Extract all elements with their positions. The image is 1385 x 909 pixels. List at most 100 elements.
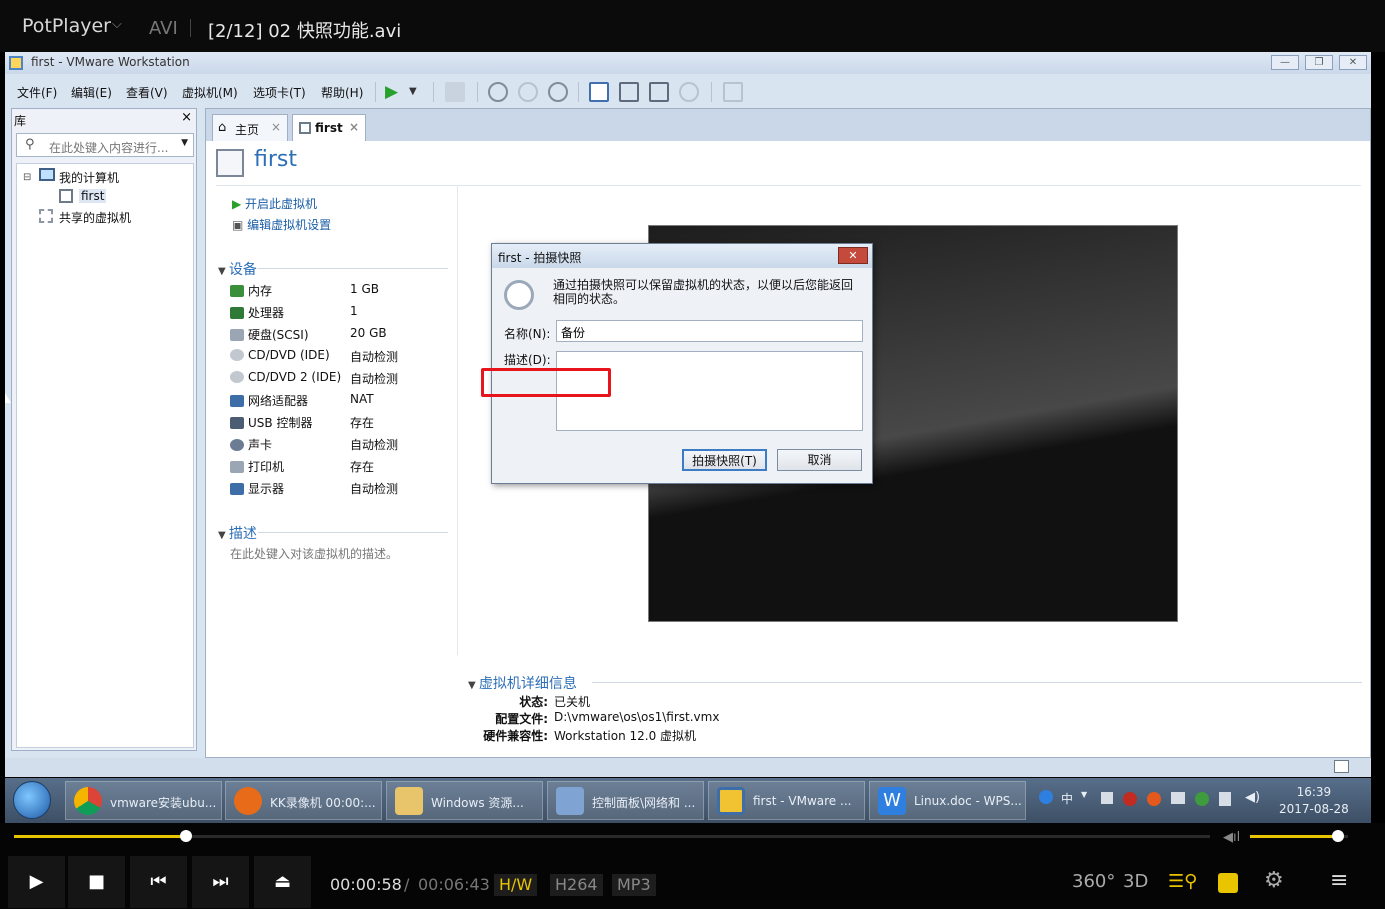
- devices-section-header[interactable]: ▼ 设备: [218, 259, 450, 279]
- description-placeholder[interactable]: 在此处键入对该虚拟机的描述。: [230, 545, 398, 562]
- details-section-header[interactable]: ▼ 虚拟机详细信息: [468, 673, 1368, 693]
- revert-snapshot-icon[interactable]: [518, 82, 538, 102]
- menu-icon[interactable]: ≡: [1330, 868, 1348, 893]
- antivirus-icon[interactable]: [1123, 792, 1137, 806]
- taskbar-item-kk-recorder[interactable]: KK录像机 00:00:...: [225, 781, 382, 820]
- snapshot-name-input[interactable]: 备份: [556, 320, 863, 342]
- player-brand-menu[interactable]: PotPlayer: [22, 15, 111, 37]
- minimize-button[interactable]: —: [1271, 55, 1299, 70]
- tab-close-icon[interactable]: ×: [349, 120, 359, 134]
- description-section-header[interactable]: ▼ 描述: [218, 523, 450, 543]
- device-row-cdrom-2[interactable]: CD/DVD 2 (IDE) 自动检测: [230, 370, 398, 386]
- tree-my-computer[interactable]: 我的计算机: [59, 169, 119, 186]
- console-view-icon[interactable]: [723, 82, 743, 102]
- device-row-cdrom[interactable]: CD/DVD (IDE) 自动检测: [230, 348, 398, 364]
- taskbar-item-control-panel[interactable]: 控制面板\网络和 ...: [547, 781, 704, 820]
- close-window-button[interactable]: ✕: [1339, 55, 1367, 70]
- tab-first[interactable]: first ×: [292, 114, 366, 141]
- dialog-close-button[interactable]: ✕: [838, 247, 868, 264]
- total-time: 00:06:43: [418, 875, 490, 894]
- menu-vm[interactable]: 虚拟机(M): [182, 84, 238, 101]
- menu-edit[interactable]: 编辑(E): [71, 84, 112, 101]
- chevron-down-icon[interactable]: ⌵: [112, 17, 122, 32]
- 3d-button[interactable]: 3D: [1123, 871, 1148, 892]
- device-row-hard-disk[interactable]: 硬盘(SCSI) 20 GB: [230, 326, 387, 343]
- eject-button[interactable]: ⏏: [254, 856, 311, 908]
- device-row-usb[interactable]: USB 控制器 存在: [230, 414, 374, 431]
- menu-tabs[interactable]: 选项卡(T): [253, 84, 306, 101]
- tree-collapse-icon[interactable]: ⊟: [23, 172, 31, 183]
- full-screen-icon[interactable]: [649, 82, 669, 102]
- tray-dropdown-icon[interactable]: ▼: [1081, 790, 1087, 799]
- show-library-icon[interactable]: [589, 82, 609, 102]
- edit-vm-settings-link[interactable]: ▣ 编辑虚拟机设置: [232, 216, 331, 233]
- vm-name-heading: first: [254, 147, 297, 172]
- restore-button[interactable]: ❐: [1305, 55, 1333, 70]
- playlist-search-icon[interactable]: ☰⚲: [1168, 871, 1197, 892]
- subtitle-icon[interactable]: [1218, 873, 1238, 893]
- vr-360-button[interactable]: 360°: [1072, 871, 1115, 892]
- send-ctrl-alt-del-icon[interactable]: [445, 82, 465, 102]
- device-row-sound[interactable]: 声卡 自动检测: [230, 436, 398, 453]
- elapsed-time: 00:00:58: [330, 875, 402, 894]
- taskbar-item-chrome[interactable]: vmware安装ubu...: [65, 781, 222, 820]
- vmware-window-title: first - VMware Workstation: [31, 55, 190, 69]
- device-row-network[interactable]: 网络适配器 NAT: [230, 392, 374, 409]
- audio-codec-badge[interactable]: MP3: [612, 874, 656, 896]
- hw-decoder-badge[interactable]: H/W: [494, 874, 538, 896]
- device-tray-icon[interactable]: [1219, 792, 1231, 806]
- taskbar-item-vmware[interactable]: first - VMware ...: [708, 781, 865, 820]
- recorder-tray-icon[interactable]: [1147, 792, 1161, 806]
- library-close-icon[interactable]: ×: [181, 110, 192, 125]
- security-tray-icon[interactable]: [1195, 792, 1209, 806]
- take-snapshot-button[interactable]: 拍摄快照(T): [682, 449, 767, 471]
- collapse-arrow-icon: ▼: [468, 680, 479, 691]
- qq-input-icon[interactable]: [1039, 790, 1053, 804]
- play-button[interactable]: ▶: [8, 856, 65, 908]
- previous-button[interactable]: ⏮: [130, 856, 187, 908]
- seek-track[interactable]: [14, 835, 1210, 838]
- network-tray-icon[interactable]: [1171, 792, 1185, 804]
- device-row-processor[interactable]: 处理器 1: [230, 304, 358, 321]
- devices-title: 设备: [228, 262, 257, 278]
- taskbar-item-explorer[interactable]: Windows 资源...: [386, 781, 543, 820]
- power-on-play-icon[interactable]: ▶: [385, 82, 405, 102]
- volume-tray-icon[interactable]: ◀): [1245, 790, 1260, 805]
- device-row-memory[interactable]: 内存 1 GB: [230, 282, 379, 299]
- snapshot-icon[interactable]: [488, 82, 508, 102]
- tree-vm-first[interactable]: first: [79, 189, 107, 203]
- tab-close-icon[interactable]: ×: [271, 120, 281, 134]
- thumbnail-bar-icon[interactable]: [619, 82, 639, 102]
- power-dropdown-icon[interactable]: ▼: [409, 82, 429, 102]
- device-row-display[interactable]: 显示器 自动检测: [230, 480, 398, 497]
- tray-app-icon[interactable]: [1101, 792, 1113, 804]
- video-codec-badge[interactable]: H264: [550, 874, 603, 896]
- config-value: D:\vmware\os\os1\first.vmx: [554, 710, 720, 724]
- start-button[interactable]: [13, 781, 51, 819]
- search-dropdown-icon[interactable]: ▼: [181, 138, 188, 148]
- library-search-input[interactable]: ⚲ 在此处键入内容进行... ▼: [16, 133, 194, 157]
- power-on-vm-link[interactable]: ▶ 开启此虚拟机: [232, 195, 317, 212]
- menu-view[interactable]: 查看(V): [126, 84, 168, 101]
- system-clock[interactable]: 16:39 2017-08-28: [1279, 784, 1349, 818]
- tree-shared-vms[interactable]: 共享的虚拟机: [59, 209, 131, 226]
- device-name: CD/DVD (IDE): [248, 348, 330, 362]
- volume-icon[interactable]: ◀ıl: [1223, 830, 1240, 845]
- gear-icon[interactable]: ⚙: [1264, 868, 1284, 893]
- taskbar-item-wps[interactable]: W Linux.doc - WPS...: [869, 781, 1026, 820]
- stop-button[interactable]: ■: [68, 856, 125, 908]
- device-name: 网络适配器: [248, 394, 309, 408]
- tab-home[interactable]: ⌂ 主页 ×: [212, 114, 288, 141]
- device-row-printer[interactable]: 打印机 存在: [230, 458, 374, 475]
- ime-indicator[interactable]: 中: [1061, 790, 1073, 807]
- unity-icon[interactable]: [679, 82, 699, 102]
- highlight-annotation: [481, 368, 611, 397]
- menu-file[interactable]: 文件(F): [17, 84, 57, 101]
- cancel-button[interactable]: 取消: [777, 449, 862, 471]
- volume-handle[interactable]: [1332, 830, 1345, 842]
- next-button[interactable]: ⏭: [192, 856, 249, 908]
- seek-handle[interactable]: [180, 830, 193, 842]
- snapshot-manager-icon[interactable]: [548, 82, 568, 102]
- message-log-icon[interactable]: [1334, 760, 1349, 773]
- menu-help[interactable]: 帮助(H): [321, 84, 363, 101]
